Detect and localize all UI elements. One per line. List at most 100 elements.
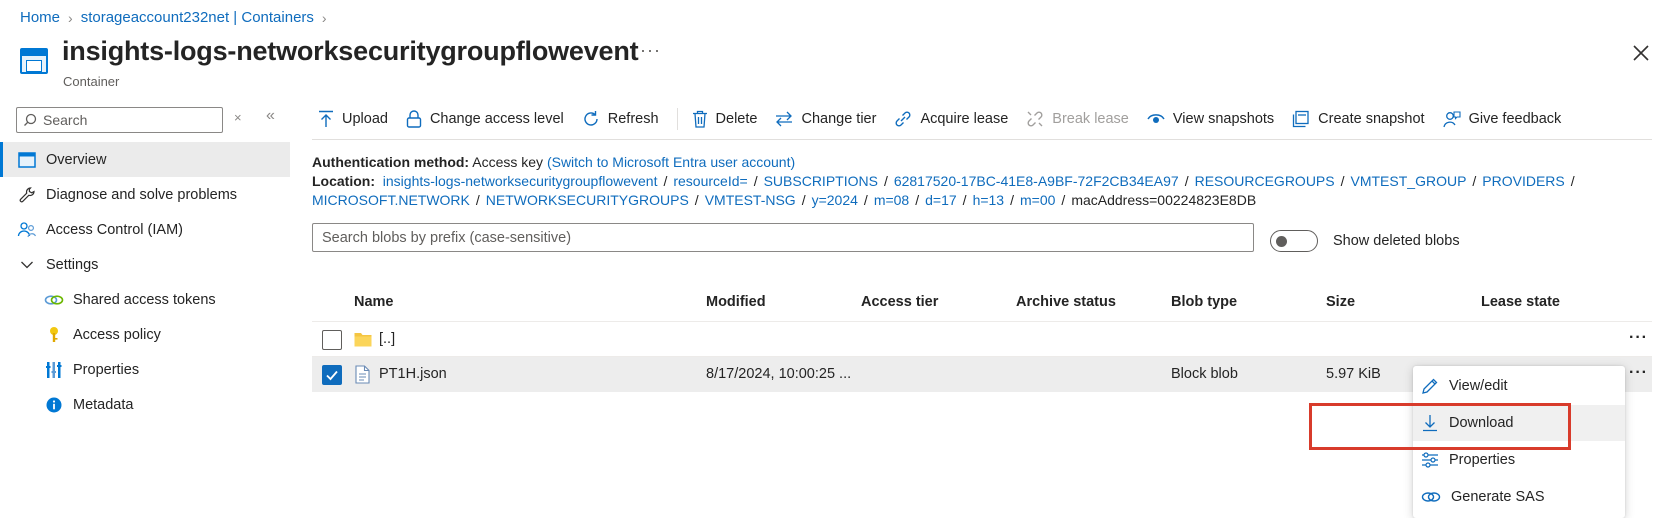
give-feedback-button[interactable]: Give feedback	[1442, 110, 1562, 128]
column-header-lease-state[interactable]: Lease state	[1481, 294, 1560, 310]
switch-auth-link[interactable]: (Switch to Microsoft Entra user account)	[547, 154, 795, 170]
command-bar: Upload Change access level Refresh Delet…	[318, 106, 1579, 132]
blob-prefix-search[interactable]	[312, 223, 1254, 252]
menu-item-label: Generate SAS	[1451, 489, 1545, 505]
column-header-blob-type[interactable]: Blob type	[1171, 294, 1237, 310]
info-icon	[44, 395, 64, 415]
sidebar-group-settings[interactable]: Settings	[0, 247, 290, 282]
checkmark-icon	[326, 370, 338, 381]
sidebar-item-iam[interactable]: Access Control (IAM)	[0, 212, 290, 247]
toolbar-separator	[676, 108, 678, 130]
snapshot-icon	[1293, 110, 1309, 128]
upload-icon	[319, 110, 333, 127]
path-separator: /	[663, 173, 668, 189]
location-label: Location:	[312, 173, 375, 189]
clear-search-icon[interactable]: ×	[234, 110, 242, 125]
path-segment[interactable]: NETWORKSECURITYGROUPS	[486, 192, 689, 208]
path-segment[interactable]: 62817520-17BC-41E8-A9BF-72F2CB34EA97	[894, 173, 1179, 189]
path-segment[interactable]: SUBSCRIPTIONS	[764, 173, 878, 189]
path-segment[interactable]: VMTEST_GROUP	[1351, 173, 1467, 189]
change-access-level-button[interactable]: Change access level	[406, 110, 564, 128]
pencil-icon	[1422, 378, 1438, 394]
path-segment[interactable]: MICROSOFT.NETWORK	[312, 192, 470, 208]
path-separator: /	[883, 173, 888, 189]
blob-name-parent[interactable]: [..]	[379, 331, 395, 347]
path-segment[interactable]: y=2024	[812, 192, 858, 208]
path-segment[interactable]: insights-logs-networksecuritygroupflowev…	[383, 173, 658, 189]
menu-item-label: Properties	[1449, 452, 1516, 468]
path-separator: /	[694, 192, 699, 208]
people-icon	[17, 220, 37, 240]
breadcrumb-home-link[interactable]: Home	[20, 9, 60, 26]
lock-icon	[406, 110, 422, 128]
row-checkbox-checked[interactable]	[322, 365, 342, 385]
path-separator: /	[962, 192, 967, 208]
file-icon	[355, 365, 370, 384]
key-icon	[44, 325, 64, 345]
row-more-button[interactable]: ···	[1629, 364, 1648, 382]
feedback-person-icon	[1442, 111, 1461, 128]
sliders-icon	[1422, 452, 1438, 468]
sidebar-item-diagnose[interactable]: Diagnose and solve problems	[0, 177, 290, 212]
give-feedback-label: Give feedback	[1468, 111, 1562, 127]
sidebar-item-access-policy[interactable]: Access policy	[0, 317, 290, 352]
path-separator: /	[915, 192, 920, 208]
blob-type: Block blob	[1171, 366, 1238, 382]
path-separator: /	[1570, 173, 1575, 189]
view-snapshots-button[interactable]: View snapshots	[1147, 111, 1274, 127]
refresh-button[interactable]: Refresh	[582, 110, 659, 128]
column-header-archive-status[interactable]: Archive status	[1016, 294, 1116, 310]
toolbar-divider	[312, 139, 1652, 140]
menu-item-label: View/edit	[1449, 378, 1508, 394]
sidebar-item-properties[interactable]: Properties	[0, 352, 290, 387]
close-icon[interactable]	[1632, 44, 1650, 62]
upload-label: Upload	[342, 111, 388, 127]
folder-icon	[354, 333, 372, 347]
sidebar-item-overview[interactable]: Overview	[0, 142, 290, 177]
path-segment[interactable]: m=08	[874, 192, 909, 208]
lease-link-icon	[895, 111, 911, 127]
wrench-icon	[17, 185, 37, 205]
path-segment[interactable]: m=00	[1020, 192, 1055, 208]
path-segment[interactable]: h=13	[973, 192, 1005, 208]
path-current-segment: macAddress=00224823E8DB	[1071, 192, 1257, 208]
container-icon	[20, 48, 48, 74]
collapse-sidebar-icon[interactable]: «	[266, 107, 275, 125]
search-icon	[24, 113, 37, 126]
more-actions-button[interactable]: ···	[640, 40, 661, 61]
blob-name[interactable]: PT1H.json	[379, 366, 447, 382]
path-segment[interactable]: RESOURCEGROUPS	[1195, 173, 1335, 189]
column-header-modified[interactable]: Modified	[706, 294, 766, 310]
menu-item-view-edit[interactable]: View/edit	[1413, 368, 1625, 404]
sidebar-search[interactable]	[16, 107, 223, 133]
row-more-button[interactable]: ···	[1629, 329, 1648, 347]
create-snapshot-button[interactable]: Create snapshot	[1292, 110, 1425, 128]
path-segment[interactable]: resourceId=	[673, 173, 747, 189]
sidebar-item-label: Diagnose and solve problems	[46, 186, 238, 203]
acquire-lease-button[interactable]: Acquire lease	[894, 110, 1008, 128]
menu-item-generate-sas[interactable]: Generate SAS	[1413, 479, 1625, 515]
eye-icon	[1147, 114, 1165, 123]
upload-button[interactable]: Upload	[318, 110, 388, 128]
sidebar-item-label: Overview	[46, 151, 107, 168]
path-segment[interactable]: PROVIDERS	[1482, 173, 1564, 189]
location-line-1: Location: insights-logs-networksecurityg…	[312, 173, 1581, 189]
delete-button[interactable]: Delete	[692, 110, 757, 128]
row-checkbox[interactable]	[322, 330, 342, 350]
blob-prefix-search-input[interactable]	[322, 229, 1242, 246]
break-lease-button[interactable]: Break lease	[1026, 110, 1129, 128]
sidebar-item-metadata[interactable]: Metadata	[0, 387, 290, 422]
sidebar-item-shared-access-tokens[interactable]: Shared access tokens	[0, 282, 290, 317]
path-segment[interactable]: VMTEST-NSG	[705, 192, 796, 208]
path-segment[interactable]: d=17	[925, 192, 957, 208]
sidebar-search-input[interactable]	[43, 112, 213, 128]
broken-link-icon	[1027, 111, 1043, 127]
show-deleted-blobs-toggle[interactable]	[1270, 230, 1318, 252]
column-header-name[interactable]: Name	[354, 294, 394, 310]
chevron-right-icon: ›	[68, 9, 73, 26]
auth-method-value: Access key	[472, 154, 544, 170]
column-header-size[interactable]: Size	[1326, 294, 1355, 310]
column-header-access-tier[interactable]: Access tier	[861, 294, 938, 310]
breadcrumb-containers-link[interactable]: storageaccount232net | Containers	[81, 9, 314, 26]
change-tier-button[interactable]: Change tier	[775, 111, 876, 127]
